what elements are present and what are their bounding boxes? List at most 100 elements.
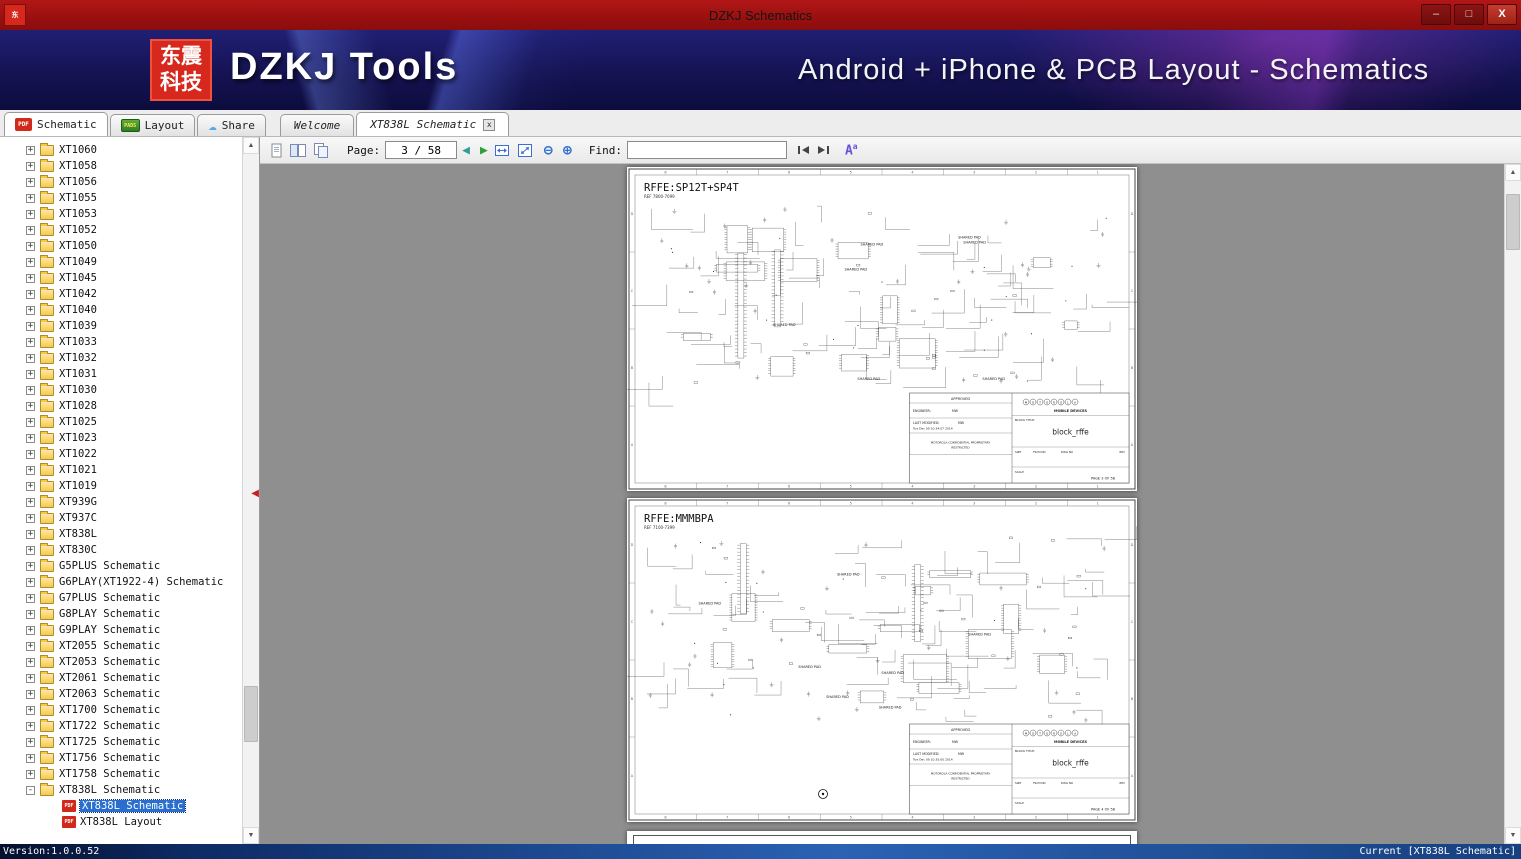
expand-icon[interactable]: + xyxy=(26,689,35,699)
expand-icon[interactable]: + xyxy=(26,593,35,603)
sidebar-item-xt1022[interactable]: + XT1022 xyxy=(0,446,242,462)
expand-icon[interactable]: + xyxy=(26,577,35,587)
expand-icon[interactable]: + xyxy=(26,161,35,171)
expand-icon[interactable]: + xyxy=(26,769,35,779)
sidebar-item-xt1031[interactable]: + XT1031 xyxy=(0,366,242,382)
expand-icon[interactable]: + xyxy=(26,513,35,523)
page-view-single-button[interactable] xyxy=(268,142,284,159)
expand-icon[interactable]: + xyxy=(26,145,35,155)
expand-icon[interactable]: + xyxy=(26,737,35,747)
sidebar-item-xt1058[interactable]: + XT1058 xyxy=(0,158,242,174)
doc-tab-xt838l-schematic[interactable]: XT838L Schematic x xyxy=(356,112,510,136)
expand-icon[interactable]: + xyxy=(26,369,35,379)
expand-icon[interactable]: + xyxy=(26,641,35,651)
expand-icon[interactable]: + xyxy=(26,289,35,299)
maximize-button[interactable]: □ xyxy=(1454,4,1484,25)
scroll-down-icon[interactable]: ▼ xyxy=(1505,827,1521,844)
fit-page-button[interactable] xyxy=(516,142,534,159)
sidebar-item-xt838l-layout[interactable]: PDF XT838L Layout xyxy=(0,814,242,830)
expand-icon[interactable]: + xyxy=(26,657,35,667)
viewer-scrollbar-thumb[interactable] xyxy=(1506,193,1520,250)
sidebar-item-xt838l-schematic[interactable]: PDF XT838L Schematic xyxy=(0,798,242,814)
next-page-button[interactable]: ▶ xyxy=(480,143,488,158)
find-input[interactable] xyxy=(626,141,787,159)
sidebar-item-xt1025[interactable]: + XT1025 xyxy=(0,414,242,430)
sidebar-item-xt830c[interactable]: + XT830C xyxy=(0,542,242,558)
sidebar-item-xt1039[interactable]: + XT1039 xyxy=(0,318,242,334)
page-view-facing-button[interactable] xyxy=(289,142,307,159)
expand-icon[interactable]: + xyxy=(26,449,35,459)
sidebar-item-xt1019[interactable]: + XT1019 xyxy=(0,478,242,494)
sidebar-item-g8play-schematic[interactable]: + G8PLAY Schematic xyxy=(0,606,242,622)
expand-icon[interactable]: + xyxy=(26,193,35,203)
sidebar-item-xt1700-schematic[interactable]: + XT1700 Schematic xyxy=(0,702,242,718)
sidebar-item-xt1758-schematic[interactable]: + XT1758 Schematic xyxy=(0,766,242,782)
expand-icon[interactable]: + xyxy=(26,673,35,683)
sidebar-item-xt1042[interactable]: + XT1042 xyxy=(0,286,242,302)
expand-icon[interactable]: + xyxy=(26,529,35,539)
expand-icon[interactable]: + xyxy=(26,417,35,427)
sidebar-item-xt1045[interactable]: + XT1045 xyxy=(0,270,242,286)
sidebar-item-xt937c[interactable]: + XT937C xyxy=(0,510,242,526)
expand-icon[interactable]: + xyxy=(26,465,35,475)
expand-icon[interactable]: + xyxy=(26,625,35,635)
sidebar-item-g6play-xt1922-4-schematic[interactable]: + G6PLAY(XT1922-4) Schematic xyxy=(0,574,242,590)
scroll-down-icon[interactable]: ▼ xyxy=(243,827,259,844)
close-button[interactable]: X xyxy=(1487,4,1517,25)
minimize-button[interactable]: – xyxy=(1421,4,1451,25)
close-tab-icon[interactable]: x xyxy=(483,118,496,131)
expand-icon[interactable]: + xyxy=(26,353,35,363)
tab-layout[interactable]: PADS Layout xyxy=(109,114,196,136)
sidebar-item-xt1052[interactable]: + XT1052 xyxy=(0,222,242,238)
expand-icon[interactable]: + xyxy=(26,401,35,411)
sidebar-item-xt1053[interactable]: + XT1053 xyxy=(0,206,242,222)
expand-icon[interactable]: + xyxy=(26,561,35,571)
zoom-in-button[interactable]: ⊕ xyxy=(563,141,572,159)
tab-share[interactable]: ☁ Share xyxy=(197,114,266,136)
zoom-out-button[interactable]: ⊖ xyxy=(544,141,553,159)
expand-icon[interactable]: + xyxy=(26,609,35,619)
sidebar-item-xt1028[interactable]: + XT1028 xyxy=(0,398,242,414)
scroll-up-icon[interactable]: ▲ xyxy=(243,137,259,154)
splitter-collapse-icon[interactable]: ◀ xyxy=(251,488,259,499)
expand-icon[interactable]: + xyxy=(26,433,35,443)
sidebar-item-g7plus-schematic[interactable]: + G7PLUS Schematic xyxy=(0,590,242,606)
sidebar-item-xt1032[interactable]: + XT1032 xyxy=(0,350,242,366)
sidebar-item-xt1725-schematic[interactable]: + XT1725 Schematic xyxy=(0,734,242,750)
fit-width-button[interactable] xyxy=(493,142,511,159)
sidebar-item-xt1756-schematic[interactable]: + XT1756 Schematic xyxy=(0,750,242,766)
sidebar-item-xt838l-schematic[interactable]: - XT838L Schematic xyxy=(0,782,242,798)
sidebar-item-xt2055-schematic[interactable]: + XT2055 Schematic xyxy=(0,638,242,654)
page-view-continuous-button[interactable] xyxy=(312,142,330,159)
document-viewer[interactable]: 8 8 7 7 6 6 5 5 4 4 3 3 2 2 1 1 D D C C B B A A RFFE:SP12T+SP4T R… xyxy=(260,164,1504,844)
expand-icon[interactable]: + xyxy=(26,209,35,219)
sidebar-item-xt1050[interactable]: + XT1050 xyxy=(0,238,242,254)
sidebar-item-xt838l[interactable]: + XT838L xyxy=(0,526,242,542)
tab-schematic[interactable]: PDF Schematic xyxy=(4,112,108,136)
sidebar-item-xt1033[interactable]: + XT1033 xyxy=(0,334,242,350)
sidebar-item-xt1023[interactable]: + XT1023 xyxy=(0,430,242,446)
sidebar-scrollbar-thumb[interactable] xyxy=(244,685,258,742)
sidebar-item-xt1056[interactable]: + XT1056 xyxy=(0,174,242,190)
sidebar-item-g5plus-schematic[interactable]: + G5PLUS Schematic xyxy=(0,558,242,574)
collapse-icon[interactable]: - xyxy=(26,785,35,795)
sidebar-item-xt1021[interactable]: + XT1021 xyxy=(0,462,242,478)
schematic-page-2[interactable]: 8 8 7 7 6 6 5 5 4 4 3 3 2 2 1 1 D D C C B B A A RFFE:MMMBPA REF 7… xyxy=(627,498,1137,822)
expand-icon[interactable]: + xyxy=(26,321,35,331)
expand-icon[interactable]: + xyxy=(26,497,35,507)
expand-icon[interactable]: + xyxy=(26,753,35,763)
doc-tab-welcome[interactable]: Welcome xyxy=(279,114,355,136)
expand-icon[interactable]: + xyxy=(26,225,35,235)
sidebar-item-xt2061-schematic[interactable]: + XT2061 Schematic xyxy=(0,670,242,686)
previous-page-button[interactable]: ◀ xyxy=(462,143,470,158)
find-previous-button[interactable] xyxy=(797,144,811,156)
page-input[interactable] xyxy=(385,141,458,159)
viewer-scrollbar-track[interactable] xyxy=(1505,181,1521,827)
expand-icon[interactable]: + xyxy=(26,481,35,491)
sidebar-item-xt1049[interactable]: + XT1049 xyxy=(0,254,242,270)
expand-icon[interactable]: + xyxy=(26,721,35,731)
sidebar-item-xt1722-schematic[interactable]: + XT1722 Schematic xyxy=(0,718,242,734)
sidebar-item-xt939g[interactable]: + XT939G xyxy=(0,494,242,510)
expand-icon[interactable]: + xyxy=(26,177,35,187)
sidebar-item-xt2053-schematic[interactable]: + XT2053 Schematic xyxy=(0,654,242,670)
